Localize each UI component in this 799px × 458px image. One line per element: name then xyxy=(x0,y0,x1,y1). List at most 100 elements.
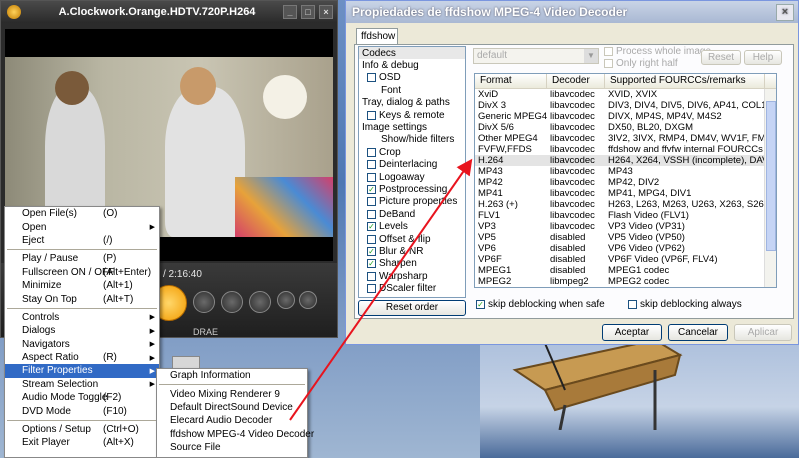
tree-item[interactable]: Show/hide filters xyxy=(359,134,465,146)
tree-item[interactable]: ✓ Postprocessing xyxy=(359,183,465,195)
checkbox-box[interactable] xyxy=(367,73,376,83)
table-row[interactable]: FLV1 libavcodec Flash Video (FLV1) xyxy=(475,210,776,221)
menu-item[interactable]: Default DirectSound Device xyxy=(157,401,307,414)
checkbox-box[interactable] xyxy=(367,234,376,244)
equalizer-button[interactable] xyxy=(277,291,295,309)
tree-item[interactable]: OSD xyxy=(359,72,465,84)
dialog-titlebar[interactable]: Propiedades de ffdshow MPEG-4 Video Deco… xyxy=(346,1,798,23)
menu-item[interactable]: Eject (/) xyxy=(5,234,159,247)
tab-ffdshow[interactable]: ffdshow xyxy=(356,28,398,44)
settings-tree[interactable]: Codecs Info & debug OSD Font Tray, dialog & … xyxy=(358,46,466,298)
menu-item[interactable]: Play / Pause (P) xyxy=(5,252,159,265)
tree-item[interactable]: Codecs xyxy=(359,47,465,60)
tree-item[interactable]: Logoaway xyxy=(359,171,465,183)
skip-deblocking-safe-checkbox[interactable]: ✓ skip deblocking when safe xyxy=(476,299,605,310)
player-minimize-button[interactable]: _ xyxy=(283,5,297,19)
table-row[interactable]: DivX 5/6 libavcodec DX50, BL20, DXGM xyxy=(475,122,776,133)
tree-item[interactable]: Warpsharp xyxy=(359,270,465,282)
menu-item[interactable]: Video Mixing Renderer 9 xyxy=(157,387,307,400)
column-header-format[interactable]: Format xyxy=(475,74,547,88)
tree-item[interactable]: Crop xyxy=(359,146,465,158)
menu-item[interactable]: Fullscreen ON / OFF (Alt+Enter) xyxy=(5,266,159,279)
apply-button[interactable]: Aplicar xyxy=(734,324,792,341)
menu-item[interactable]: Stream Selection ▶ xyxy=(5,378,159,391)
table-row[interactable]: Generic MPEG4 libavcodec DIVX, MP4S, MP4V,… xyxy=(475,111,776,122)
checkbox-box[interactable] xyxy=(367,284,376,294)
tree-item[interactable]: DScaler filter xyxy=(359,282,465,294)
table-row[interactable]: MPEG2 libmpeg2 MPEG2 codec xyxy=(475,276,776,287)
cancel-button[interactable]: Cancelar xyxy=(668,324,728,341)
menu-item[interactable]: Dialogs ▶ xyxy=(5,324,159,337)
menu-item[interactable]: DVD Mode (F10) xyxy=(5,404,159,417)
checkbox-checked[interactable]: ✓ xyxy=(367,246,376,256)
table-row[interactable]: VP6 disabled VP6 Video (VP62) xyxy=(475,243,776,254)
table-row[interactable]: Other MPEG4 libavcodec 3IV2, 3IVX, RMP4, D… xyxy=(475,133,776,144)
checkbox-checked[interactable]: ✓ xyxy=(367,259,376,269)
table-row[interactable]: MPEG1 disabled MPEG1 codec xyxy=(475,265,776,276)
table-row[interactable]: MP42 libavcodec MP42, DIV2 xyxy=(475,177,776,188)
table-row[interactable]: VP3 libavcodec VP3 Video (VP31) xyxy=(475,221,776,232)
tree-item[interactable]: Deinterlacing xyxy=(359,159,465,171)
tree-item[interactable]: ✓ Sharpen xyxy=(359,258,465,270)
column-header-decoder[interactable]: Decoder xyxy=(547,74,605,88)
table-row[interactable]: H.264 libavcodec H264, X264, VSSH (incompl… xyxy=(475,155,776,166)
checkbox-box[interactable] xyxy=(367,160,376,170)
tree-item[interactable]: ✓ Levels xyxy=(359,220,465,232)
codec-table[interactable]: Format Decoder Supported FOURCCs/remarks… xyxy=(474,73,777,288)
table-row[interactable]: VP5 disabled VP5 Video (VP50) xyxy=(475,232,776,243)
skip-deblocking-always-checkbox[interactable]: skip deblocking always xyxy=(628,299,742,310)
tree-item[interactable]: ✓ Blur & NR xyxy=(359,245,465,257)
checkbox-box[interactable] xyxy=(367,172,376,182)
preset-select[interactable]: default ▼ xyxy=(473,48,599,64)
player-close-button[interactable]: × xyxy=(319,5,333,19)
settings-button[interactable] xyxy=(299,291,317,309)
menu-item[interactable]: Stay On Top (Alt+T) xyxy=(5,292,159,305)
tree-item[interactable]: Picture properties xyxy=(359,196,465,208)
menu-item[interactable]: Controls ▶ xyxy=(5,311,159,324)
next-button[interactable] xyxy=(193,291,215,313)
tree-item[interactable]: Font xyxy=(359,84,465,96)
codec-table-scrollbar[interactable] xyxy=(764,89,776,287)
menu-item[interactable]: Open ▶ xyxy=(5,220,159,233)
menu-item[interactable]: Minimize (Alt+1) xyxy=(5,279,159,292)
menu-item[interactable]: Options / Setup (Ctrl+O) xyxy=(5,423,159,436)
checkbox-box[interactable] xyxy=(367,271,376,281)
tree-item[interactable]: Offset & flip xyxy=(359,233,465,245)
table-row[interactable]: MP41 libavcodec MP41, MPG4, DIV1 xyxy=(475,188,776,199)
help-button[interactable]: Help xyxy=(744,50,782,65)
dialog-close-button[interactable]: × xyxy=(776,3,794,21)
menu-item[interactable]: Filter Properties ▶ xyxy=(5,364,159,378)
checkbox-checked[interactable]: ✓ xyxy=(367,184,376,194)
tree-item[interactable]: Image settings xyxy=(359,121,465,133)
table-row[interactable]: H.263 (+) libavcodec H263, L263, M263, U26… xyxy=(475,199,776,210)
menu-item[interactable]: Exit Player (Alt+X) xyxy=(5,436,159,449)
ok-button[interactable]: Aceptar xyxy=(602,324,662,341)
menu-item[interactable]: Open File(s) (O) xyxy=(5,207,159,220)
menu-item[interactable]: Navigators ▶ xyxy=(5,338,159,351)
table-row[interactable]: FVFW,FFDS libavcodec ffdshow and ffvfw int… xyxy=(475,144,776,155)
checkbox-box[interactable] xyxy=(367,110,376,120)
menu-item[interactable]: Graph Information xyxy=(157,369,307,382)
column-header-fourcc[interactable]: Supported FOURCCs/remarks xyxy=(605,74,765,88)
fast-forward-button[interactable] xyxy=(221,291,243,313)
menu-item[interactable]: Source File xyxy=(157,441,307,454)
scrollbar-thumb[interactable] xyxy=(766,101,776,251)
reset-button[interactable]: Reset xyxy=(701,50,741,65)
table-row[interactable]: DivX 3 libavcodec DIV3, DIV4, DIV5, DIV6, … xyxy=(475,100,776,111)
player-titlebar[interactable]: A.Clockwork.Orange.HDTV.720P.H264 _ □ × xyxy=(1,1,337,23)
table-row[interactable]: XviD libavcodec XVID, XVIX xyxy=(475,89,776,100)
menu-item[interactable]: Aspect Ratio (R) ▶ xyxy=(5,351,159,364)
checkbox-box[interactable] xyxy=(367,147,376,157)
checkbox-box[interactable] xyxy=(367,197,376,207)
menu-item[interactable]: ffdshow MPEG-4 Video Decoder xyxy=(157,428,314,441)
only-right-half-checkbox[interactable]: Only right half xyxy=(604,58,678,69)
checkbox-checked[interactable]: ✓ xyxy=(367,222,376,232)
process-whole-image-checkbox[interactable]: Process whole image xyxy=(604,46,711,57)
checkbox-box[interactable] xyxy=(367,209,376,219)
table-row[interactable]: VP6F disabled VP6F Video (VP6F, FLV4) xyxy=(475,254,776,265)
tree-item[interactable]: DeBand xyxy=(359,208,465,220)
menu-item[interactable]: Elecard Audio Decoder xyxy=(157,414,307,427)
tree-item[interactable]: Info & debug xyxy=(359,59,465,71)
table-row[interactable]: MP43 libavcodec MP43 xyxy=(475,166,776,177)
open-file-button[interactable] xyxy=(249,291,271,313)
